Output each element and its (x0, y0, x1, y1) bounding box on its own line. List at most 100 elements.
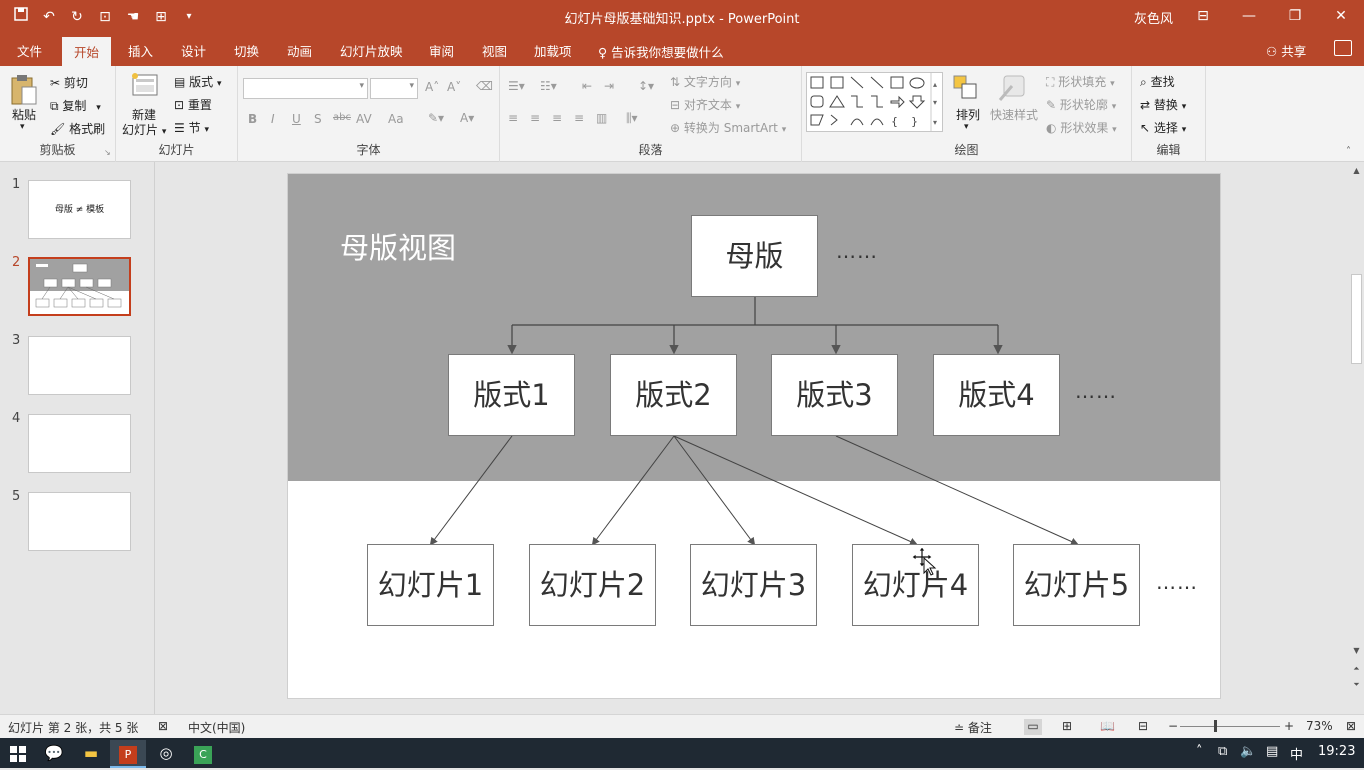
slide-thumbnail[interactable] (28, 414, 131, 473)
layout-button[interactable]: ▤ 版式 ▾ (174, 73, 222, 90)
network-icon[interactable]: ⧉ (1218, 744, 1227, 759)
tab-transitions[interactable]: 切换 (234, 41, 259, 60)
format-painter-button[interactable]: 🖌 格式刷 (50, 120, 105, 137)
slide-box-2[interactable]: 幻灯片2 (529, 544, 656, 626)
tab-view[interactable]: 视图 (482, 41, 507, 60)
justify-icon[interactable]: ≡ (574, 111, 584, 125)
layout-box-3[interactable]: 版式3 (771, 354, 898, 436)
bullets-icon[interactable]: ☰▾ (508, 79, 525, 93)
tab-design[interactable]: 设计 (181, 41, 206, 60)
clock[interactable]: 19:23 (1318, 744, 1355, 759)
paste-button[interactable] (8, 74, 38, 109)
restore-icon[interactable]: ❐ (1272, 0, 1318, 34)
share-button[interactable]: ⚇ 共享 (1266, 41, 1306, 60)
powerpoint-taskbar-icon[interactable]: P (110, 740, 146, 768)
bold-button[interactable]: B (248, 112, 257, 126)
slide-thumbnail[interactable]: 母版 ≠ 模板 (28, 180, 131, 239)
camtasia-icon[interactable]: C (185, 740, 221, 768)
highlight-icon[interactable]: ✎▾ (428, 111, 444, 125)
section-button[interactable]: ☰ 节 ▾ (174, 119, 209, 136)
replace-button[interactable]: ⇄ 替换 ▾ (1140, 96, 1186, 113)
align-right-icon[interactable]: ≡ (552, 111, 562, 125)
distributed-icon[interactable]: ▥ (596, 111, 607, 125)
copy-button[interactable]: ⧉ 复制 ▾ (50, 97, 101, 114)
paste-dropdown-icon[interactable]: ▾ (20, 122, 25, 132)
tab-file[interactable]: 文件 (17, 41, 42, 60)
shadow-button[interactable]: S (314, 112, 322, 126)
char-spacing-button[interactable]: AV (356, 112, 372, 126)
tab-home[interactable]: 开始 (62, 37, 112, 66)
tab-addins[interactable]: 加载项 (534, 41, 572, 60)
zoom-in-button[interactable]: + (1284, 719, 1294, 733)
ribbon-display-icon[interactable]: ⊟ (1180, 0, 1226, 34)
file-explorer-icon[interactable]: ▬ (73, 740, 109, 768)
numbering-icon[interactable]: ☷▾ (540, 79, 557, 93)
grow-font-icon[interactable]: A˄ (425, 80, 439, 94)
align-left-icon[interactable]: ≡ (508, 111, 518, 125)
shape-outline-button[interactable]: ✎ 形状轮廓 ▾ (1046, 96, 1116, 113)
minimize-icon[interactable]: — (1226, 0, 1272, 34)
comments-icon[interactable] (1334, 40, 1352, 56)
tray-overflow-icon[interactable]: ˄ (1196, 744, 1203, 759)
normal-view-icon[interactable]: ▭ (1024, 719, 1042, 735)
notes-button[interactable]: ≐ 备注 (954, 719, 992, 736)
shape-fill-button[interactable]: ⛶ 形状填充 ▾ (1046, 73, 1115, 90)
reading-view-icon[interactable]: 📖 (1100, 719, 1115, 733)
font-size-combo[interactable] (370, 78, 418, 99)
tab-slideshow[interactable]: 幻灯片放映 (340, 41, 403, 60)
zoom-level[interactable]: 73% (1306, 719, 1333, 733)
slide-box-1[interactable]: 幻灯片1 (367, 544, 494, 626)
previous-slide-icon[interactable]: ⏶ (1349, 664, 1364, 674)
arrange-button[interactable] (952, 74, 980, 105)
tab-insert[interactable]: 插入 (128, 41, 153, 60)
slide-thumbnail[interactable] (28, 336, 131, 395)
ime-indicator[interactable]: 中 (1290, 744, 1303, 763)
master-box[interactable]: 母版 (691, 215, 818, 297)
change-case-button[interactable]: Aa (388, 112, 404, 126)
underline-button[interactable]: U (292, 112, 301, 126)
notification-icon[interactable]: ▤ (1266, 744, 1278, 759)
slideshow-view-icon[interactable]: ⊟ (1138, 719, 1148, 733)
decrease-indent-icon[interactable]: ⇤ (582, 79, 592, 93)
shape-effects-button[interactable]: ◐ 形状效果 ▾ (1046, 119, 1117, 136)
next-slide-icon[interactable]: ⏷ (1349, 680, 1364, 690)
font-name-combo[interactable] (243, 78, 368, 99)
slide-canvas[interactable]: 母版视图 母版 …… 版式1 版式2 版式3 版式4 …… 幻灯片1 幻灯片2 … (287, 173, 1221, 699)
clear-formatting-icon[interactable]: ⌫ (476, 79, 493, 93)
layout-box-2[interactable]: 版式2 (610, 354, 737, 436)
reset-button[interactable]: ⊡ 重置 (174, 96, 212, 113)
fit-to-window-icon[interactable]: ⊠ (1346, 719, 1356, 733)
zoom-slider-knob[interactable] (1214, 720, 1217, 732)
spell-check-icon[interactable]: ⊠ (158, 719, 168, 733)
browser-icon[interactable]: ◎ (148, 740, 184, 768)
font-color-icon[interactable]: A▾ (460, 111, 474, 125)
line-spacing-icon[interactable]: ↕▾ (638, 79, 654, 93)
vertical-scrollbar[interactable]: ▲ ▼ ⏶ ⏷ (1349, 162, 1364, 714)
chat-app-icon[interactable]: 💬 (36, 740, 72, 768)
tell-me-box[interactable]: ♀ 告诉我你想要做什么 (598, 42, 724, 61)
scroll-down-icon[interactable]: ▼ (1349, 646, 1364, 655)
slide-info[interactable]: 幻灯片 第 2 张，共 5 张 (8, 719, 138, 736)
zoom-out-button[interactable]: − (1168, 719, 1178, 733)
slide-thumbnail[interactable] (28, 492, 131, 551)
quick-styles-button[interactable] (998, 74, 1028, 105)
user-name[interactable]: 灰色风 (1134, 8, 1173, 27)
scroll-up-icon[interactable]: ▲ (1349, 166, 1364, 175)
tab-review[interactable]: 审阅 (429, 41, 454, 60)
italic-button[interactable]: I (271, 112, 275, 126)
text-direction-button[interactable]: ⇅ 文字方向 ▾ (670, 73, 740, 90)
select-button[interactable]: ↖ 选择 ▾ (1140, 119, 1186, 136)
language-indicator[interactable]: 中文(中国) (188, 719, 245, 736)
strikethrough-button[interactable]: abc (333, 112, 351, 123)
close-icon[interactable]: ✕ (1318, 0, 1364, 34)
windows-start-icon[interactable] (0, 740, 36, 768)
columns-icon[interactable]: ⫼▾ (626, 111, 638, 126)
layout-box-4[interactable]: 版式4 (933, 354, 1060, 436)
shapes-gallery[interactable]: { } ▴ ▾ ▾ (806, 72, 943, 132)
increase-indent-icon[interactable]: ⇥ (604, 79, 614, 93)
slide-box-5[interactable]: 幻灯片5 (1013, 544, 1140, 626)
cut-button[interactable]: ✂ 剪切 (50, 74, 88, 91)
smartart-button[interactable]: ⊕ 转换为 SmartArt ▾ (670, 119, 786, 136)
volume-icon[interactable]: 🔈 (1240, 744, 1256, 759)
tab-animations[interactable]: 动画 (287, 41, 312, 60)
